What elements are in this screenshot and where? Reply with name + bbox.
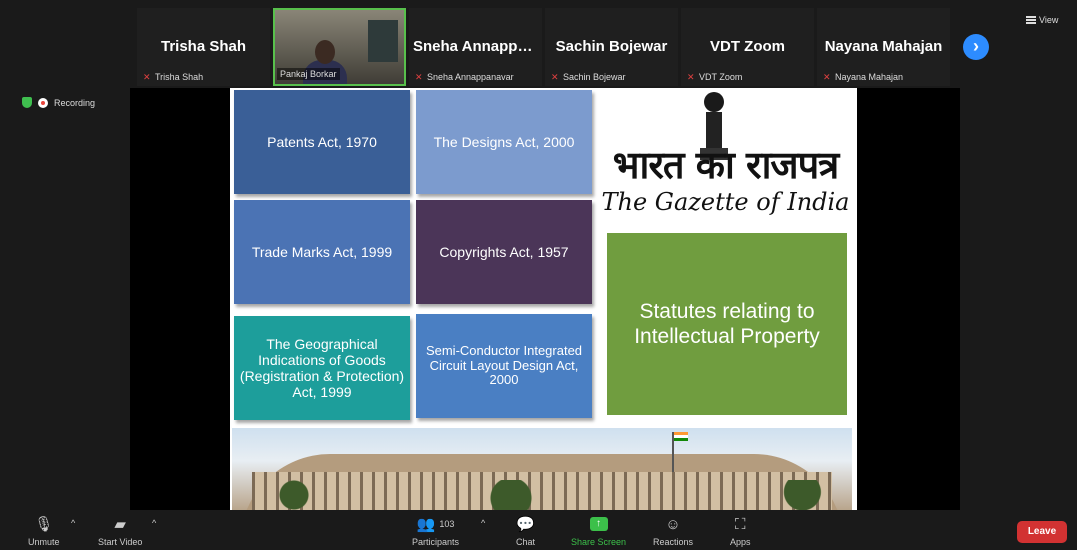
participant-label: ✕ Sneha Annappanavar [415,72,514,82]
share-screen-button[interactable]: ↑ Share Screen [571,514,626,547]
video-off-icon: ▰ [114,516,126,533]
chevron-right-icon: › [973,36,979,56]
trade-marks-act-box: Trade Marks Act, 1999 [234,200,410,304]
reactions-button[interactable]: ☺ Reactions [653,514,694,548]
participant-label: ✕ Trisha Shah [143,72,203,82]
gazette-english-title: The Gazette of India [601,188,850,216]
start-video-button[interactable]: ▰ Start Video [98,514,142,547]
mic-muted-icon: ✕ [687,72,695,82]
copyrights-act-box: Copyrights Act, 1957 [416,200,592,304]
apps-label: Apps [730,537,751,547]
unmute-label: Unmute [28,537,60,547]
presentation-slide: Patents Act, 1970 The Designs Act, 2000 … [230,88,857,510]
leave-button[interactable]: Leave [1017,521,1067,543]
mic-muted-icon: ✕ [415,72,423,82]
microphone-muted-icon: 🎙 [34,516,54,533]
share-screen-icon: ↑ [589,517,608,531]
participants-label: Participants [412,537,460,547]
chat-button[interactable]: 💬 Chat [516,514,535,547]
shared-screen: Patents Act, 1970 The Designs Act, 2000 … [130,88,960,510]
semiconductor-act-box: Semi-Conductor Integrated Circuit Layout… [416,314,592,418]
participant-name: Trisha Shah [160,38,247,55]
participant-label: Pankaj Borkar [277,68,340,80]
start-video-label: Start Video [98,537,143,547]
share-screen-label: Share Screen [571,537,627,547]
participant-name: VDT Zoom [710,38,785,55]
participant-label-text: Pankaj Borkar [280,69,337,79]
next-page-button[interactable]: › [963,34,989,60]
participant-tile[interactable]: VDT Zoom ✕ VDT Zoom [681,8,814,86]
participant-label-text: Sneha Annappanavar [427,72,514,82]
participants-count: 103 [439,519,455,529]
view-button[interactable]: View [1026,15,1058,25]
chat-label: Chat [516,537,536,547]
gazette-hindi-title: भारत का राजपत्र [612,142,839,187]
participant-gallery: Trisha Shah ✕ Trisha Shah Pankaj Borkar … [137,8,957,86]
recording-indicator[interactable]: Recording [22,97,95,108]
participant-tile[interactable]: Sneha Annappa... ✕ Sneha Annappanavar [409,8,542,86]
recording-label: Recording [54,97,96,108]
participant-label: ✕ Sachin Bojewar [551,72,626,82]
reactions-icon: ☺ [665,515,681,533]
participant-name: Sneha Annappa... [413,38,539,55]
participant-label-text: Sachin Bojewar [563,72,626,82]
participants-icon: 👥 [416,516,436,533]
chat-icon: 💬 [516,516,535,533]
parliament-building-image [232,428,852,510]
audio-options-caret[interactable]: ^ [71,518,75,528]
geographical-indications-act-box: The Geographical Indications of Goods (R… [234,316,410,420]
unmute-button[interactable]: 🎙 Unmute [28,514,60,547]
participants-icon-wrap: 👥 103 [417,514,455,534]
designs-act-box: The Designs Act, 2000 [416,90,592,194]
participants-options-caret[interactable]: ^ [481,518,485,528]
mic-muted-icon: ✕ [143,72,151,82]
participant-name: Sachin Bojewar [555,38,668,55]
share-icon-wrap: ↑ [589,514,608,534]
statutes-heading-box: Statutes relating to Intellectual Proper… [607,233,847,415]
participant-name: Nayana Mahajan [824,38,943,55]
reactions-label: Reactions [653,537,694,547]
meeting-toolbar: 🎙 Unmute ^ ▰ Start Video ^ 👥 103 Partici… [0,510,1077,550]
participants-button[interactable]: 👥 103 Participants [412,514,459,547]
participant-tile[interactable]: Sachin Bojewar ✕ Sachin Bojewar [545,8,678,86]
participant-tile[interactable]: Nayana Mahajan ✕ Nayana Mahajan [817,8,950,86]
participant-label-text: VDT Zoom [699,72,743,82]
participant-tile[interactable]: Trisha Shah ✕ Trisha Shah [137,8,270,86]
mic-muted-icon: ✕ [551,72,559,82]
security-shield-icon [22,97,32,108]
view-label: View [1039,15,1059,25]
apps-button[interactable]: ⛶ Apps [730,514,751,548]
view-grid-icon [1026,16,1036,24]
participant-label: ✕ VDT Zoom [687,72,742,82]
participant-tile-video[interactable]: Pankaj Borkar [273,8,406,86]
participant-label-text: Trisha Shah [155,72,204,82]
record-icon [38,97,48,108]
video-options-caret[interactable]: ^ [152,518,156,528]
patents-act-box: Patents Act, 1970 [234,90,410,194]
participant-label-text: Nayana Mahajan [835,72,904,82]
participant-label: ✕ Nayana Mahajan [823,72,903,82]
apps-icon: ⛶ [735,515,746,533]
mic-muted-icon: ✕ [823,72,831,82]
